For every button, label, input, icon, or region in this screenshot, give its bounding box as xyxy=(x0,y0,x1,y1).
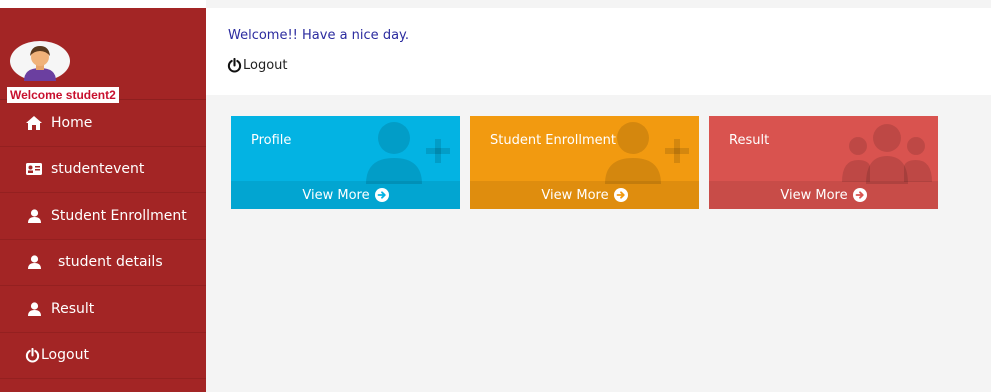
view-more-label: View More xyxy=(780,187,848,203)
card-title: Profile xyxy=(251,133,292,148)
power-icon xyxy=(24,347,40,363)
welcome-label: Welcome student2 xyxy=(7,87,119,103)
user-plus-icon xyxy=(366,122,450,184)
sidebar-item-logout[interactable]: Logout xyxy=(0,333,206,379)
view-more-label: View More xyxy=(302,187,370,203)
sidebar-item-result[interactable]: Result xyxy=(0,286,206,333)
sidebar-nav: Home studentevent Student Enrollment stu… xyxy=(0,100,206,379)
avatar xyxy=(10,41,70,81)
header-logout-label: Logout xyxy=(243,58,288,73)
arrow-circle-right-icon xyxy=(374,188,389,202)
sidebar-item-home[interactable]: Home xyxy=(0,100,206,147)
profile-block: Welcome student2 xyxy=(0,8,206,103)
user-icon xyxy=(26,301,42,317)
sidebar-item-student-enrollment[interactable]: Student Enrollment xyxy=(0,193,206,240)
card-title: Result xyxy=(729,133,770,148)
sidebar-item-label: Logout xyxy=(41,347,89,364)
arrow-circle-right-icon xyxy=(852,188,867,202)
sidebar-item-label: Student Enrollment xyxy=(51,207,187,224)
card-title: Student Enrollment xyxy=(490,133,616,148)
power-icon xyxy=(227,58,242,73)
sidebar-item-student-details[interactable]: student details xyxy=(0,240,206,286)
sidebar-item-label: Home xyxy=(51,114,93,131)
home-icon xyxy=(26,115,42,131)
user-icon xyxy=(26,254,42,270)
view-more-link[interactable]: View More xyxy=(470,181,699,209)
user-plus-icon xyxy=(605,122,689,184)
arrow-circle-right-icon xyxy=(613,188,628,202)
id-card-icon xyxy=(26,161,42,177)
profile-card[interactable]: Profile View More xyxy=(231,116,460,209)
user-icon xyxy=(26,208,42,224)
greeting-text: Welcome!! Have a nice day. xyxy=(228,28,410,43)
view-more-link[interactable]: View More xyxy=(709,181,938,209)
sidebar-item-label: student details xyxy=(58,254,163,271)
result-card[interactable]: Result View More xyxy=(709,116,938,209)
sidebar-item-label: studentevent xyxy=(51,161,145,178)
users-icon xyxy=(842,124,932,184)
view-more-link[interactable]: View More xyxy=(231,181,460,209)
view-more-label: View More xyxy=(541,187,609,203)
header: Welcome!! Have a nice day. Logout xyxy=(206,8,991,95)
header-logout-link[interactable]: Logout xyxy=(227,58,288,73)
sidebar-item-label: Result xyxy=(51,300,95,317)
student-enrollment-card[interactable]: Student Enrollment View More xyxy=(470,116,699,209)
sidebar-item-studentevent[interactable]: studentevent xyxy=(0,147,206,193)
sidebar: Welcome student2 Home studentevent Stude… xyxy=(0,0,206,392)
